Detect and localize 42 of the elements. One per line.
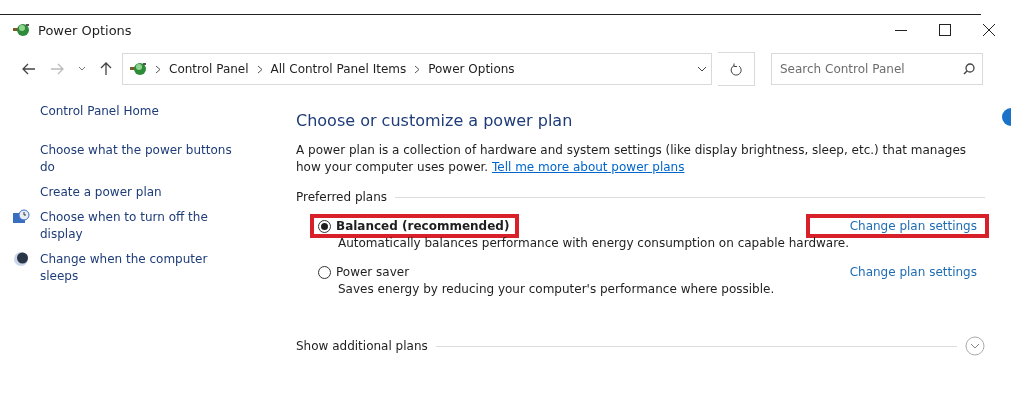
chevron-right-icon — [414, 64, 421, 74]
breadcrumb[interactable]: Power Options — [428, 62, 515, 76]
close-icon — [983, 24, 995, 36]
chevron-right-icon — [155, 64, 161, 74]
sidebar-link[interactable]: Control Panel Home — [40, 103, 240, 120]
change-plan-link[interactable]: Change plan settings — [805, 214, 989, 238]
refresh-icon — [730, 62, 742, 76]
plan-radio-button[interactable]: Power saver — [310, 260, 420, 284]
control-panel-icon — [129, 61, 147, 77]
expand-chevron-icon[interactable] — [965, 336, 985, 356]
change-plan-link[interactable]: Change plan settings — [805, 260, 989, 284]
sidebar-link[interactable]: Create a power plan — [40, 184, 240, 201]
refresh-button[interactable] — [718, 52, 755, 86]
back-arrow-icon — [22, 63, 36, 75]
help-link[interactable]: Tell me more about power plans — [492, 160, 685, 174]
address-bar[interactable]: Control Panel All Control Panel Items Power Options — [122, 53, 712, 85]
breadcrumb[interactable]: Control Panel — [169, 62, 249, 76]
search-icon — [963, 63, 975, 75]
help-icon[interactable] — [1002, 108, 1011, 126]
section-label: Preferred plans — [296, 190, 388, 204]
window-title: Power Options — [38, 22, 132, 38]
chevron-right-icon — [256, 64, 263, 74]
chevron-down-icon — [697, 66, 707, 72]
minimize-icon — [895, 29, 907, 31]
plan-description: Saves energy by reducing your computer's performance where possible. — [337, 282, 776, 296]
search-field[interactable]: Search Control Panel — [771, 53, 983, 85]
sidebar-link[interactable]: Choose what the power buttons do — [40, 142, 240, 176]
sidebar-link[interactable]: Choose when to turn off the display — [40, 209, 240, 243]
chevron-down-icon — [78, 66, 86, 72]
expander-label[interactable]: Show additional plans — [296, 339, 428, 353]
breadcrumb[interactable]: All Control Panel Items — [270, 62, 407, 76]
moon-icon — [13, 251, 29, 267]
plan-radio-button[interactable]: Balanced (recommended) — [310, 214, 520, 238]
monitor-clock-icon — [12, 209, 30, 225]
up-arrow-icon — [100, 62, 112, 76]
sidebar-link[interactable]: Change when the computer sleeps — [40, 251, 240, 285]
description-text: A power plan is a collection of hardware and system settings (like display brightness, sleep, etc.) that manages how your computer uses power. Tell me more about power plans — [296, 142, 968, 176]
plan-description: Automatically balances performance with energy consumption on capable hardware. — [337, 236, 851, 250]
forward-arrow-icon — [50, 63, 64, 75]
maximize-icon — [939, 24, 951, 36]
app-icon — [12, 22, 30, 38]
page-heading: Choose or customize a power plan — [296, 111, 574, 130]
